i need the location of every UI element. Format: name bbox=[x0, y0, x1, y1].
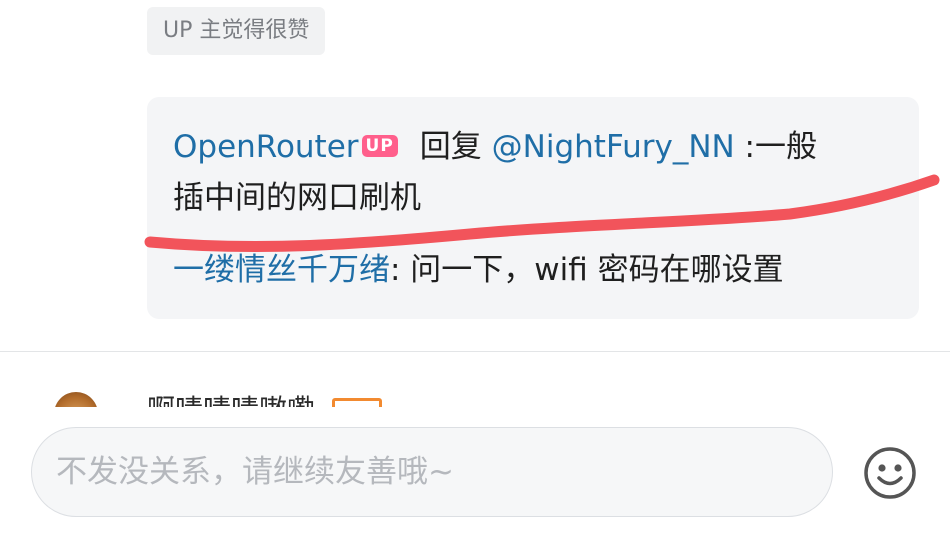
reply-text-part2: 插中间的网口刷机 bbox=[173, 180, 421, 216]
smiley-face-icon[interactable] bbox=[862, 445, 918, 501]
mention-link[interactable]: @NightFury_NN bbox=[492, 129, 735, 165]
reply-line-2: 插中间的网口刷机 bbox=[173, 178, 421, 218]
sub-reply-text: : 问一下，wifi 密码在哪设置 bbox=[390, 252, 784, 288]
up-badge: UP bbox=[361, 135, 398, 157]
reply-word: 回复 bbox=[419, 129, 482, 165]
reply-line-1: OpenRouter UP 回复 @NightFury_NN :一般 bbox=[173, 127, 817, 167]
reply-text-part1: :一般 bbox=[734, 129, 818, 165]
sub-reply-author-link[interactable]: 一缕情丝千万绪 bbox=[173, 252, 390, 288]
sub-reply-line: 一缕情丝千万绪: 问一下，wifi 密码在哪设置 bbox=[173, 250, 784, 290]
reply-block[interactable]: OpenRouter UP 回复 @NightFury_NN :一般 插中间的网口刷… bbox=[147, 97, 919, 319]
next-comment-username[interactable]: 啊啧啧啧嗷嘞 bbox=[147, 393, 315, 407]
comment-input[interactable] bbox=[31, 427, 833, 517]
level-badge bbox=[332, 398, 382, 407]
next-comment-peek: 啊啧啧啧嗷嘞 bbox=[0, 390, 950, 407]
avatar[interactable] bbox=[54, 392, 98, 407]
reply-author-link[interactable]: OpenRouter bbox=[173, 129, 359, 165]
up-liked-tag: UP 主觉得很赞 bbox=[147, 7, 326, 55]
comment-divider bbox=[0, 351, 950, 352]
comment-input-bar bbox=[0, 407, 950, 534]
